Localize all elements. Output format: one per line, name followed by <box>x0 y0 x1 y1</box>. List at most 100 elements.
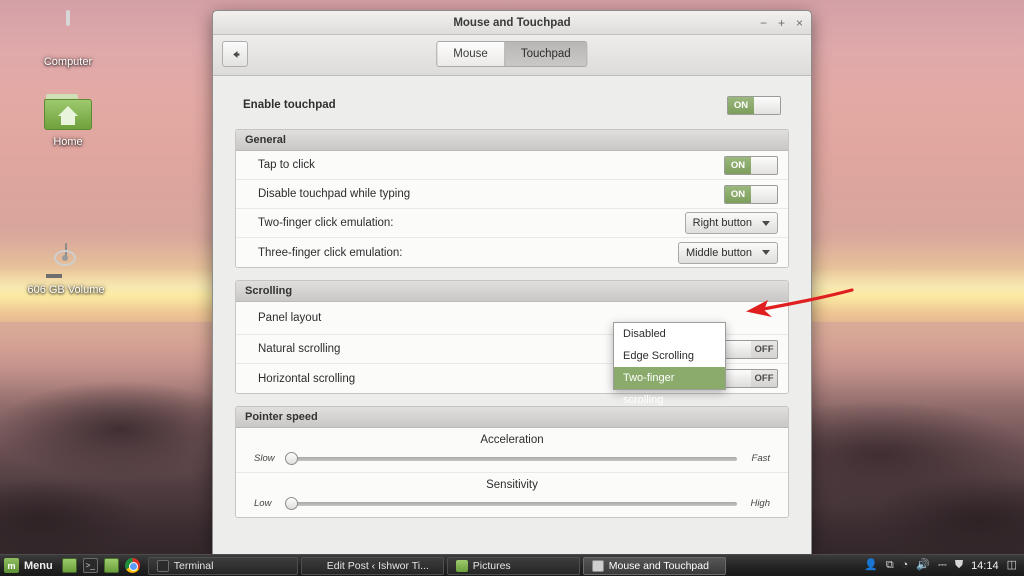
section-header: Scrolling <box>236 281 788 302</box>
window-controls: − + × <box>760 11 803 35</box>
row-disable-while-typing: Disable touchpad while typing ON <box>236 180 788 209</box>
toggle-state-label: ON <box>725 156 751 174</box>
row-label: Disable touchpad while typing <box>258 188 411 200</box>
desktop: Computer Home 606 GB Volume Mouse and To… <box>0 0 1024 576</box>
row-label: Three-finger click emulation: <box>258 246 403 259</box>
back-button[interactable] <box>222 41 248 67</box>
slider-max-label: Fast <box>751 453 770 464</box>
network-wifi-icon[interactable]: ◔ <box>902 560 909 571</box>
volume-icon[interactable]: 🔊 <box>916 560 930 571</box>
toggle-knob <box>751 185 777 203</box>
minimize-button[interactable]: − <box>760 11 767 35</box>
slider-handle[interactable] <box>285 451 298 465</box>
horizontal-scrolling-toggle[interactable]: OFF <box>724 369 778 388</box>
taskbar-window-label: Pictures <box>472 559 511 572</box>
start-menu-button[interactable]: m Menu <box>0 558 62 573</box>
disable-touchpad-while-typing-toggle[interactable]: ON <box>724 184 778 204</box>
taskbar-window-mouse-and-touchpad[interactable]: Mouse and Touchpad <box>582 556 726 575</box>
slider-min-label: Low <box>254 498 272 509</box>
tab-touchpad[interactable]: Touchpad <box>503 42 587 66</box>
folder-icon <box>455 559 468 572</box>
close-button[interactable]: × <box>796 11 803 35</box>
window-toolbar: Mouse Touchpad <box>213 35 811 76</box>
taskbar-window-label: Edit Post ‹ Ishwor Ti... <box>326 559 429 572</box>
desktop-icon-home[interactable]: Home <box>20 92 116 149</box>
taskbar-window-terminal[interactable]: Terminal <box>147 556 298 575</box>
two-finger-click-combo[interactable]: Right button <box>684 212 778 234</box>
slider-max-label: High <box>750 498 770 509</box>
tap-to-click-toggle[interactable]: ON <box>724 155 778 175</box>
desktop-icon-label: Computer <box>43 56 93 68</box>
back-arrow-icon <box>232 50 239 58</box>
section-header: Pointer speed <box>236 407 788 428</box>
mint-logo-icon: m <box>4 558 19 573</box>
update-manager-icon[interactable]: ⧉ <box>886 560 894 571</box>
settings-content: Enable touchpad ON General Tap to click … <box>213 76 811 557</box>
scrolling-mode-dropdown[interactable]: Disabled Edge Scrolling Two-finger scrol… <box>613 322 726 406</box>
row-label: Tap to click <box>258 159 315 171</box>
dropdown-item-two-finger-scrolling[interactable]: Two-finger scrolling <box>614 367 725 406</box>
acceleration-slider-track[interactable] <box>285 451 737 465</box>
toggle-state-label: ON <box>728 96 754 114</box>
combo-value: Right button <box>692 217 752 229</box>
quick-launch-bar: >_ <box>61 558 148 573</box>
mouse-and-touchpad-window: Mouse and Touchpad − + × Mouse Touchpad … <box>212 10 812 558</box>
section-pointer-speed: Pointer speed Acceleration Slow Fast Sen… <box>235 406 789 518</box>
taskbar-window-edit-post[interactable]: Edit Post ‹ Ishwor Ti... <box>300 556 444 575</box>
mouse-settings-icon <box>591 559 604 572</box>
section-header: General <box>236 130 788 151</box>
enable-touchpad-label: Enable touchpad <box>243 99 336 111</box>
chrome-icon <box>310 560 322 572</box>
enable-touchpad-toggle[interactable]: ON <box>727 95 781 115</box>
row-label: Panel layout <box>258 312 322 324</box>
natural-scrolling-toggle[interactable]: OFF <box>724 339 778 359</box>
system-tray: 👤 ⧉ ◔ 🔊 ⎓ ⛊ 14:14 ◫ <box>864 560 1024 572</box>
slider-title: Sensitivity <box>486 479 538 491</box>
window-titlebar: Mouse and Touchpad − + × <box>213 11 811 35</box>
enable-touchpad-row: Enable touchpad ON <box>235 90 789 120</box>
desktop-icon-computer[interactable]: Computer <box>20 10 116 69</box>
desktop-icon-label: Home <box>53 136 83 148</box>
workspace-switcher-icon[interactable]: ◫ <box>1007 560 1017 571</box>
chevron-down-icon <box>762 250 770 255</box>
slider-min-label: Slow <box>254 453 275 464</box>
chevron-down-icon <box>762 220 770 226</box>
hard-drive-icon <box>42 243 90 280</box>
file-manager-icon[interactable] <box>103 558 119 573</box>
dropdown-item-edge-scrolling[interactable]: Edge Scrolling <box>614 345 725 367</box>
toggle-knob <box>725 340 751 358</box>
chrome-icon[interactable] <box>124 558 140 573</box>
sensitivity-slider-track[interactable] <box>285 496 737 510</box>
slider-acceleration: Acceleration Slow Fast <box>236 428 788 473</box>
clock[interactable]: 14:14 <box>971 560 999 572</box>
row-label: Natural scrolling <box>258 343 341 355</box>
toggle-knob <box>754 96 780 114</box>
slider-sensitivity: Sensitivity Low High <box>236 473 788 517</box>
combo-value: Middle button <box>685 246 752 259</box>
shield-icon[interactable]: ⛊ <box>955 560 963 571</box>
taskbar-window-pictures[interactable]: Pictures <box>446 556 580 575</box>
three-finger-click-combo[interactable]: Middle button <box>677 241 778 264</box>
terminal-icon[interactable]: >_ <box>82 558 98 573</box>
toggle-state-label: ON <box>725 185 751 203</box>
desktop-icon-label: 606 GB Volume <box>27 284 105 296</box>
row-two-finger-click: Two-finger click emulation: Right button <box>236 209 788 238</box>
taskbar: m Menu >_ Terminal Edit Post ‹ Ishwor Ti… <box>0 554 1024 576</box>
section-general: General Tap to click ON Disable touchpad… <box>235 129 789 268</box>
slider-handle[interactable] <box>285 496 298 510</box>
row-tap-to-click: Tap to click ON <box>236 151 788 180</box>
toggle-knob <box>725 370 751 387</box>
maximize-button[interactable]: + <box>778 11 785 35</box>
dropdown-item-disabled[interactable]: Disabled <box>614 323 725 345</box>
toggle-knob <box>751 156 777 174</box>
row-label: Horizontal scrolling <box>258 372 356 385</box>
battery-icon[interactable]: ⎓ <box>938 560 947 571</box>
row-label: Two-finger click emulation: <box>258 217 394 229</box>
taskbar-window-label: Mouse and Touchpad <box>608 559 709 572</box>
tab-mouse[interactable]: Mouse <box>437 42 504 66</box>
desktop-icon-volume[interactable]: 606 GB Volume <box>18 243 114 297</box>
menu-label: Menu <box>24 559 53 572</box>
terminal-icon <box>156 559 169 572</box>
show-desktop-icon[interactable] <box>61 558 77 573</box>
user-icon[interactable]: 👤 <box>864 560 878 571</box>
